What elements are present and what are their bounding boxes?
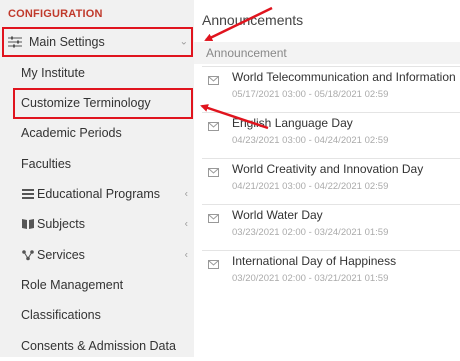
chevron-down-icon: ⌄ [179,36,188,48]
sidebar-item-label: Role Management [21,278,124,292]
sidebar-item-label: Customize Terminology [21,96,151,110]
network-icon [22,250,34,261]
announcement-title: International Day of Happiness [232,254,397,268]
announcement-title: World Telecommunication and Information [232,70,456,84]
envelope-icon [208,260,219,269]
announcements-panel: Announcements Announcement World Telecom… [194,0,460,357]
envelope-icon [208,168,219,177]
sidebar-item-label: Faculties [21,157,72,171]
announcement-title: World Creativity and Innovation Day [232,162,424,176]
announcement-dates: 04/21/2021 03:00 - 04/22/2021 02:59 [232,181,389,192]
sidebar-item-label: My Institute [21,66,85,80]
announcements-title: Announcements [202,12,304,28]
sliders-icon [8,36,22,48]
announcement-dates: 04/23/2021 03:00 - 04/24/2021 02:59 [232,135,389,146]
announcement-item[interactable]: International Day of Happiness 03/20/202… [202,250,460,290]
sidebar-item-label: Services [37,248,85,262]
announcement-column-header: Announcement [194,42,460,64]
sidebar-item-subjects[interactable]: Subjects ‹ [0,209,194,239]
sidebar-item-label: Subjects [37,217,85,231]
sidebar-item-main-settings[interactable]: Main Settings ⌄ [0,27,194,57]
announcement-dates: 03/23/2021 02:00 - 03/24/2021 01:59 [232,227,389,238]
envelope-icon [208,76,219,85]
list-icon [22,189,34,199]
sidebar-item-educational-programs[interactable]: Educational Programs ‹ [0,179,194,209]
sidebar-item-label: Educational Programs [37,187,160,201]
sidebar: CONFIGURATION Main Settings ⌄ My Institu… [0,0,194,357]
announcement-item[interactable]: World Water Day 03/23/2021 02:00 - 03/24… [202,204,460,244]
envelope-icon [208,214,219,223]
sidebar-item-label: Main Settings [29,35,105,49]
sidebar-item-label: Consents & Admission Data [21,339,176,353]
sidebar-item-services[interactable]: Services ‹ [0,240,194,270]
chevron-left-icon: ‹ [184,249,188,261]
announcement-title: English Language Day [232,116,353,130]
announcement-item[interactable]: World Creativity and Innovation Day 04/2… [202,158,460,198]
book-icon [22,219,34,229]
sidebar-item-my-institute[interactable]: My Institute [0,58,194,88]
chevron-left-icon: ‹ [184,218,188,230]
sidebar-item-role-management[interactable]: Role Management [0,270,194,300]
announcement-title: World Water Day [232,208,323,222]
chevron-left-icon: ‹ [184,188,188,200]
announcement-dates: 03/20/2021 02:00 - 03/21/2021 01:59 [232,273,389,284]
sidebar-item-customize-terminology[interactable]: Customize Terminology [0,88,194,118]
sidebar-item-academic-periods[interactable]: Academic Periods [0,118,194,148]
sidebar-item-label: Academic Periods [21,126,122,140]
configuration-header: CONFIGURATION [8,8,103,20]
sidebar-item-faculties[interactable]: Faculties [0,149,194,179]
sidebar-item-classifications[interactable]: Classifications [0,300,194,330]
announcement-item[interactable]: World Telecommunication and Information … [202,66,460,106]
envelope-icon [208,122,219,131]
sidebar-item-label: Classifications [21,308,101,322]
announcement-item[interactable]: English Language Day 04/23/2021 03:00 - … [202,112,460,152]
announcement-dates: 05/17/2021 03:00 - 05/18/2021 02:59 [232,89,389,100]
